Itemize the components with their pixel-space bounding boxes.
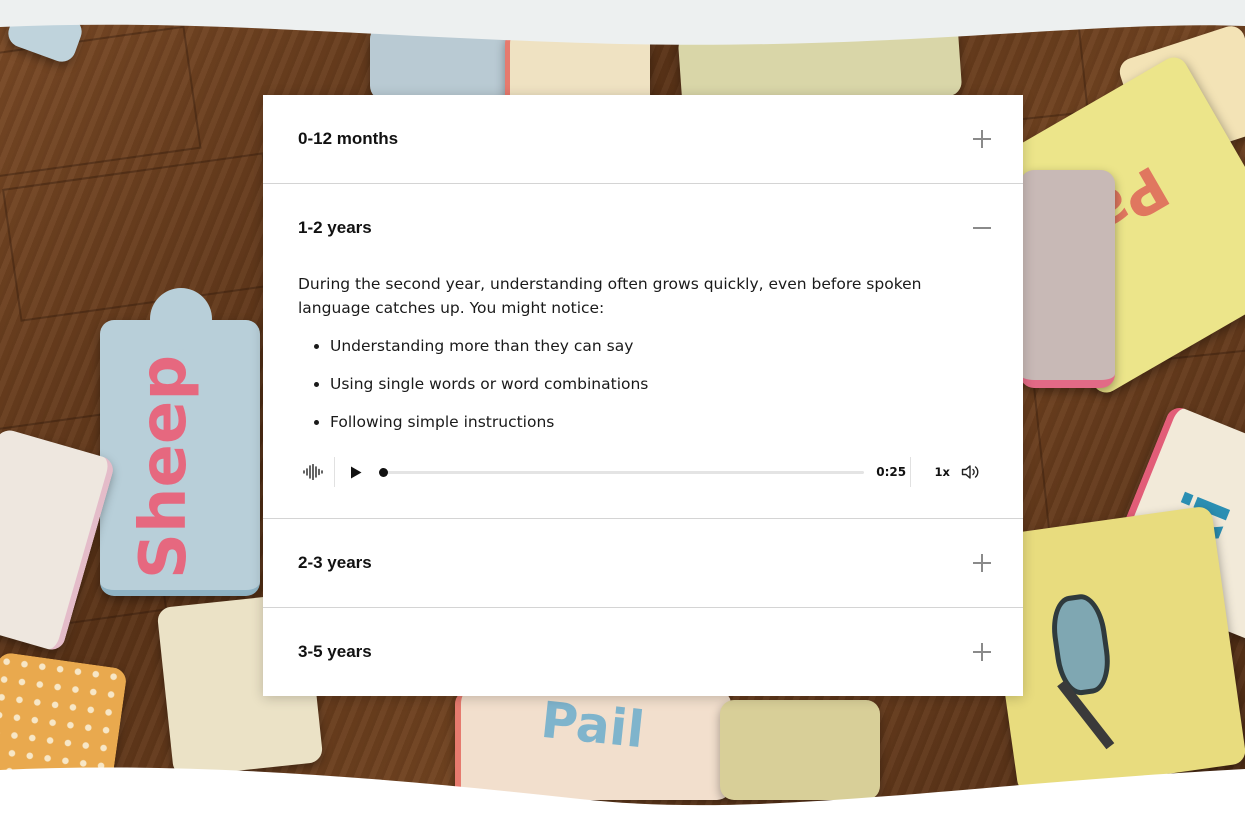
plus-icon[interactable] [973, 130, 991, 148]
accordion-title: 2-3 years [298, 553, 372, 572]
volume-icon[interactable] [959, 460, 983, 484]
age-accordion: 0-12 months 1-2 years During the second … [263, 95, 1023, 696]
accordion-item-1-2-years: 1-2 years During the second year, unders… [263, 184, 1023, 519]
accordion-header[interactable]: 1-2 years [263, 184, 1023, 272]
list-item: Using single words or word combinations [330, 372, 983, 396]
wave-top-divider [0, 0, 1245, 45]
accordion-item-0-12-months: 0-12 months [263, 95, 1023, 184]
accordion-item-3-5-years: 3-5 years [263, 608, 1023, 696]
wave-bottom-divider [0, 767, 1245, 835]
milestone-list: Understanding more than they can say Usi… [298, 334, 983, 434]
wood-plank [1, 152, 283, 322]
playback-speed-button[interactable]: 1x [931, 465, 953, 479]
minus-icon[interactable] [973, 219, 991, 237]
audio-duration: 0:25 [876, 465, 907, 479]
accordion-title: 3-5 years [298, 642, 372, 661]
puzzle-word: Sheep [127, 354, 202, 580]
accordion-header[interactable]: 3-5 years [263, 608, 1023, 696]
puzzle-piece [1020, 170, 1115, 388]
plus-icon[interactable] [973, 554, 991, 572]
accordion-header[interactable]: 2-3 years [263, 519, 1023, 607]
puzzle-knob [150, 288, 212, 350]
accordion-header[interactable]: 0-12 months [263, 95, 1023, 183]
player-separator [910, 457, 912, 487]
play-icon[interactable] [343, 459, 369, 485]
accordion-title: 1-2 years [298, 218, 372, 237]
waveform-icon[interactable] [298, 457, 328, 487]
puzzle-piece: Sheep [100, 320, 260, 596]
plus-icon[interactable] [973, 643, 991, 661]
audio-seek-bar[interactable] [378, 467, 865, 477]
accordion-panel: During the second year, understanding of… [263, 272, 1023, 518]
pan-illustration [1047, 591, 1115, 698]
seek-handle[interactable] [378, 467, 388, 477]
list-item: Understanding more than they can say [330, 334, 983, 358]
audio-player: 0:25 1x [298, 456, 983, 488]
puzzle-word: Pail [538, 690, 648, 760]
player-separator [333, 457, 335, 487]
panel-intro-text: During the second year, understanding of… [298, 275, 922, 317]
list-item: Following simple instructions [330, 410, 983, 434]
accordion-title: 0-12 months [298, 129, 399, 148]
accordion-item-2-3-years: 2-3 years [263, 519, 1023, 608]
